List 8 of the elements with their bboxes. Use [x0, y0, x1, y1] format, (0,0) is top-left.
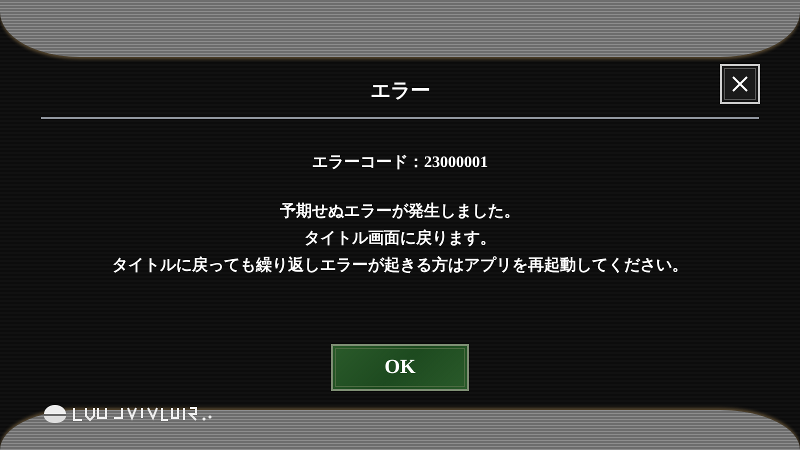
ok-button[interactable]: OK [331, 344, 469, 391]
message-line: タイトル画面に戻ります。 [304, 228, 496, 249]
close-icon [730, 74, 750, 94]
dialog-title: エラー [370, 78, 430, 104]
error-code: エラーコード：23000001 [312, 153, 488, 173]
message-line: タイトルに戻っても繰り返しエラーが起きる方はアプリを再起動してください。 [112, 255, 688, 276]
close-button[interactable] [720, 64, 760, 104]
message-line: 予期せぬエラーが発生しました。 [280, 202, 520, 222]
